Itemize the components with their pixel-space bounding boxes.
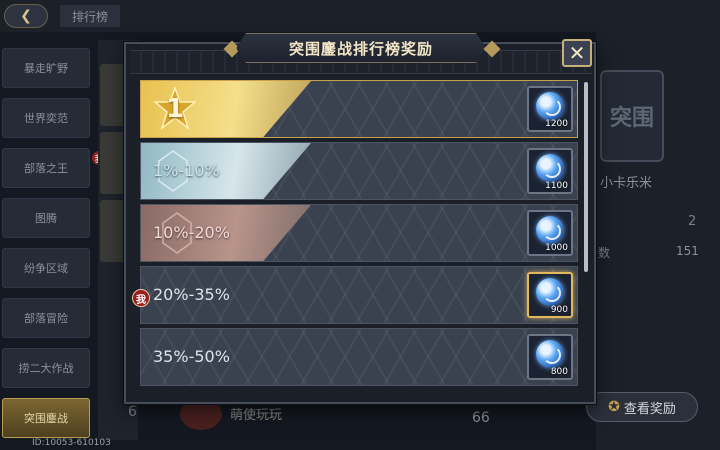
tab-leaderboard[interactable]: 排行榜 xyxy=(60,5,120,27)
star-icon: ✪ xyxy=(608,399,620,415)
back-arrow-icon: ❮ xyxy=(20,8,32,24)
rank-range-label: 35%-50% xyxy=(153,347,230,366)
back-button[interactable]: ❮ xyxy=(4,4,48,28)
reward-slot[interactable]: 1000 xyxy=(527,210,573,256)
background-player-name-right: 小卡乐米 xyxy=(600,176,653,191)
blue-orb-icon xyxy=(536,216,564,244)
sidebar-item[interactable]: 世界奕范 xyxy=(2,98,90,138)
blue-orb-icon xyxy=(536,278,564,306)
close-x-icon: ✕ xyxy=(568,41,586,65)
view-reward-label: 查看奖励 xyxy=(623,401,676,417)
reward-slot-highlighted[interactable]: 900 xyxy=(527,272,573,318)
reward-row: 1 1200 xyxy=(140,80,578,138)
sidebar-item[interactable]: 部落之王 xyxy=(2,148,90,188)
player-id: ID:10053-610103 xyxy=(32,438,111,448)
reward-row: 35%-50% 800 xyxy=(140,328,578,386)
reward-row: 1%-10% 1100 xyxy=(140,142,578,200)
background-stat-label: 数 xyxy=(598,246,611,260)
view-reward-button[interactable]: ✪ 查看奖励 xyxy=(586,392,698,422)
sidebar-item[interactable]: 图腾 xyxy=(2,198,90,238)
sidebar-item-active[interactable]: 突围鏖战 xyxy=(2,398,90,438)
rank-range-label: 1%-10% xyxy=(153,161,220,180)
rank-number: 1 xyxy=(165,94,185,124)
rank-range-label: 10%-20% xyxy=(153,223,230,242)
reward-row: 10%-20% 1000 xyxy=(140,204,578,262)
background-player-name: 萌使玩玩 xyxy=(230,408,283,423)
me-badge: 我 xyxy=(132,289,150,307)
scrollbar[interactable] xyxy=(584,82,588,272)
blue-orb-icon xyxy=(536,340,564,368)
background-stat: 151 xyxy=(676,244,699,258)
background-score: 66 xyxy=(472,410,490,426)
blue-orb-icon xyxy=(536,92,564,120)
reward-quantity: 900 xyxy=(550,305,568,315)
reward-list[interactable]: 1 1200 1%-10% 1100 10%-20% 1000 20%-35% xyxy=(138,80,582,398)
background-stat: 2 xyxy=(688,214,697,229)
reward-slot[interactable]: 1200 xyxy=(527,86,573,132)
reward-row-current-player: 20%-35% 900 xyxy=(140,266,578,324)
reward-quantity: 800 xyxy=(550,367,568,377)
rank-range-label: 20%-35% xyxy=(153,285,230,304)
sidebar-item[interactable]: 捞二大作战 xyxy=(2,348,90,388)
reward-quantity: 1000 xyxy=(545,243,568,253)
modal-title: 突围鏖战排行榜奖励 xyxy=(236,33,486,63)
sidebar-item[interactable]: 暴走旷野 xyxy=(2,48,90,88)
background-rank-number: 6 xyxy=(128,404,137,420)
reward-quantity: 1100 xyxy=(545,181,568,191)
sidebar-item[interactable]: 部落冒险 xyxy=(2,298,90,338)
reward-quantity: 1200 xyxy=(545,119,568,129)
reward-slot[interactable]: 800 xyxy=(527,334,573,380)
mode-emblem: 突围 xyxy=(600,70,664,162)
close-button[interactable]: ✕ xyxy=(562,39,592,67)
reward-slot[interactable]: 1100 xyxy=(527,148,573,194)
sidebar-item[interactable]: 纷争区域 xyxy=(2,248,90,288)
blue-orb-icon xyxy=(536,154,564,182)
rank-1-badge: 1 xyxy=(153,87,197,131)
sidebar: 暴走旷野 世界奕范 部落之王 图腾 纷争区域 部落冒险 捞二大作战 突围鏖战 xyxy=(0,40,96,440)
